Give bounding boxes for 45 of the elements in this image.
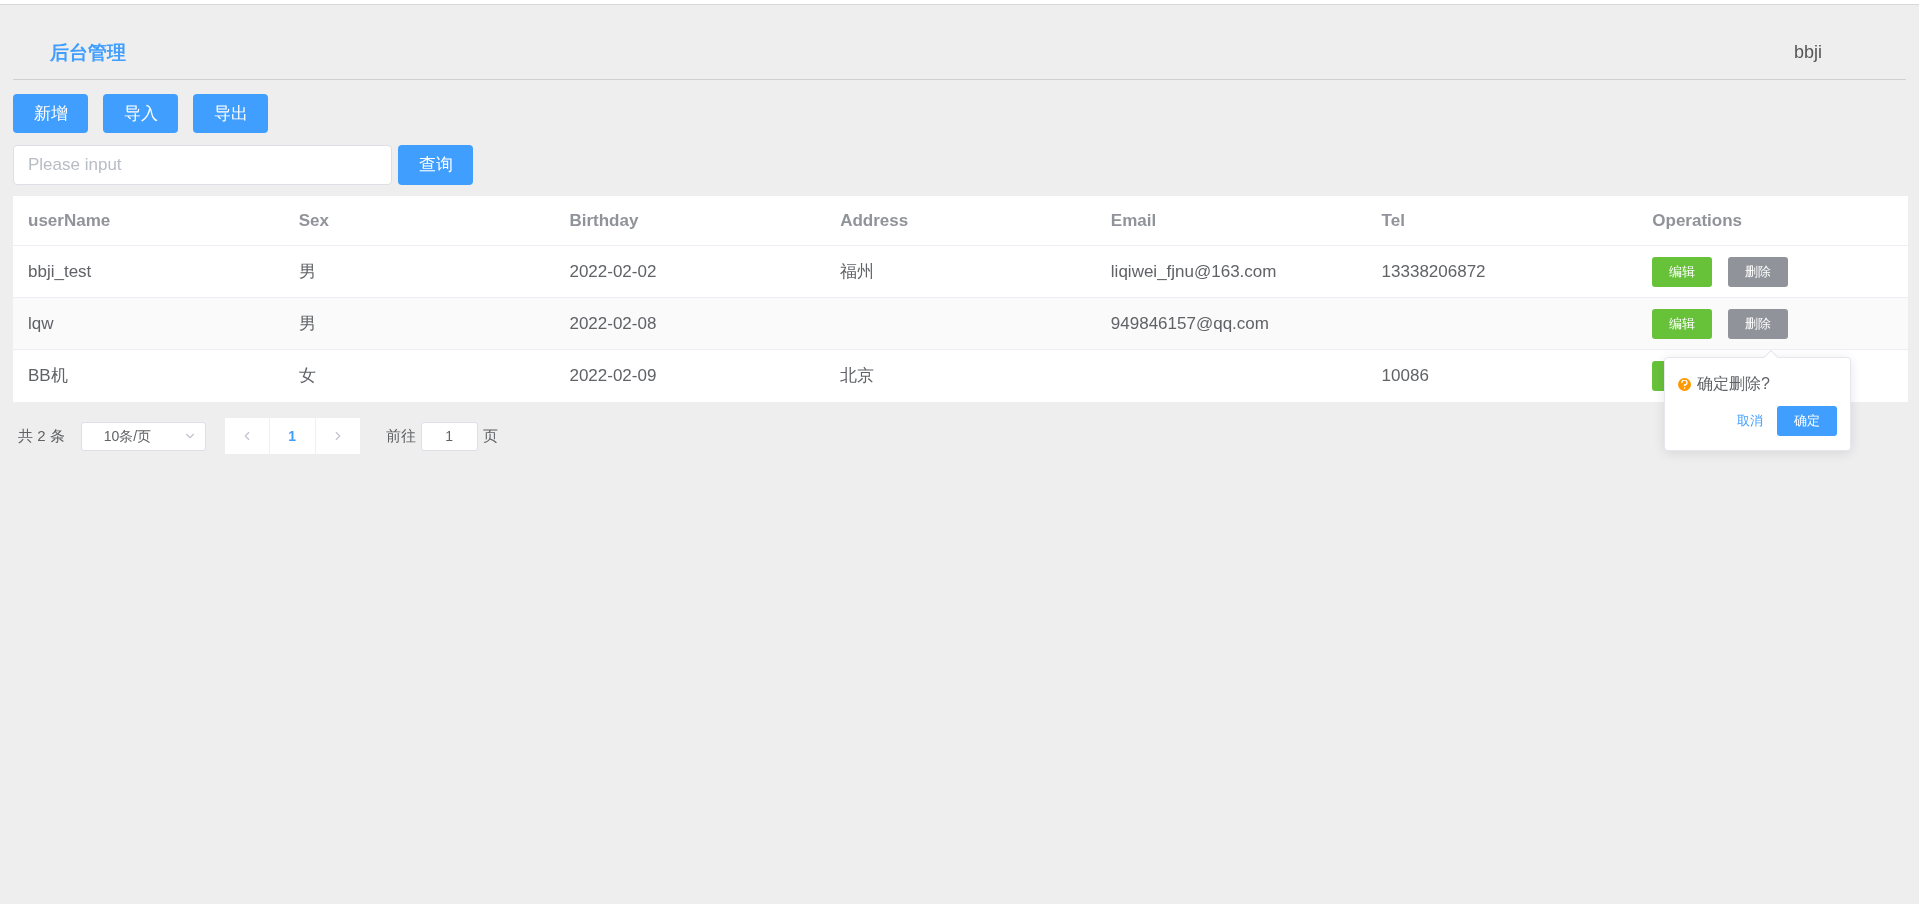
table-cell: 2022-02-09 (569, 366, 657, 386)
next-page-button[interactable] (314, 418, 360, 454)
confirm-button[interactable]: 确定 (1777, 406, 1837, 436)
search-button[interactable]: 查询 (398, 145, 473, 185)
table-cell: 13338206872 (1381, 261, 1486, 281)
edit-button[interactable]: 编辑 (1652, 256, 1713, 287)
goto-page-field[interactable]: 1 (420, 421, 478, 451)
question-icon (1678, 377, 1691, 391)
prev-page-button[interactable] (224, 418, 270, 454)
delete-button[interactable]: 删除 (1728, 256, 1789, 287)
search-field[interactable]: Please input (13, 145, 392, 185)
cancel-link[interactable]: 取消 (1737, 411, 1763, 431)
table-cell: BB机 (28, 366, 68, 386)
confirm-message: 确定删除? (1697, 374, 1770, 394)
table-cell: 男 (298, 313, 316, 333)
table-cell: 2022-02-02 (569, 261, 657, 281)
page-button[interactable]: 1 (269, 418, 315, 454)
goto-suffix: 页 (482, 425, 498, 446)
column-header: Birthday (568, 209, 640, 232)
delete-button[interactable]: 删除 (1728, 308, 1789, 339)
table-cell: 女 (298, 366, 316, 386)
user-name: bbji (1793, 40, 1822, 64)
toolbar-button[interactable]: 导入 (103, 94, 178, 133)
table-cell: lqw (28, 313, 54, 333)
table-cell: liqiwei_fjnu@163.com (1110, 261, 1277, 281)
table-cell: 10086 (1381, 366, 1429, 386)
table-cell: 男 (298, 261, 316, 281)
column-header: Email (1109, 209, 1158, 232)
app-title: 后台管理 (50, 40, 126, 65)
toolbar-button[interactable]: 导出 (193, 94, 268, 133)
column-header: Address (839, 209, 910, 232)
total-count: 共 2 条 (18, 425, 65, 446)
page-size-select[interactable]: 10条/页 (80, 421, 206, 451)
column-header: userName (27, 209, 112, 232)
table-cell: bbji_test (28, 261, 92, 281)
table-cell: 北京 (840, 366, 875, 386)
table-cell: 2022-02-08 (569, 313, 657, 333)
goto-label: 前往 (385, 425, 416, 446)
edit-button[interactable]: 编辑 (1652, 308, 1713, 339)
column-header: Tel (1380, 209, 1406, 232)
column-header: Sex (297, 209, 330, 232)
column-header: Operations (1651, 209, 1744, 232)
table-cell: 949846157@qq.com (1110, 313, 1269, 333)
toolbar-button[interactable]: 新增 (13, 94, 88, 133)
table-cell: 福州 (840, 261, 875, 281)
